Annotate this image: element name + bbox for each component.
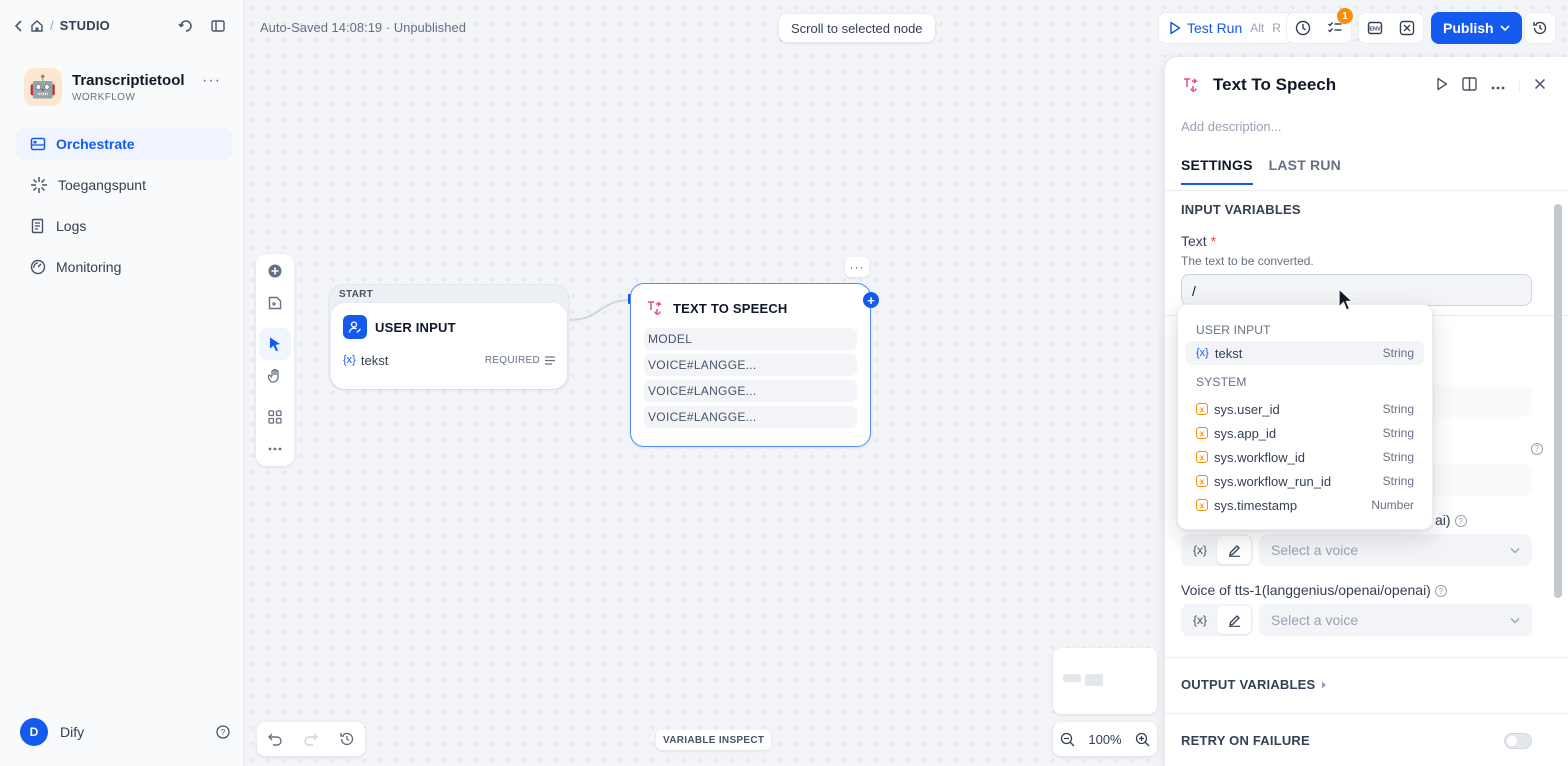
variable-mode-button[interactable]: {x}: [1183, 606, 1217, 634]
tab-settings[interactable]: SETTINGS: [1181, 157, 1253, 185]
chevron-down-icon: [1510, 547, 1520, 553]
system-variable-icon: x: [1196, 499, 1208, 511]
node-more-icon[interactable]: ···: [845, 257, 869, 277]
dropdown-item-sys-timestamp[interactable]: x sys.timestamp Number: [1186, 493, 1424, 517]
voice-field-row: {x} Select a voice: [1181, 604, 1532, 636]
description-input[interactable]: Add description...: [1181, 119, 1281, 134]
tts-field-voice: VOICE#LANGGE...: [644, 354, 857, 376]
start-node[interactable]: USER INPUT {x} tekst REQUIRED: [331, 303, 567, 389]
tab-last-run[interactable]: LAST RUN: [1269, 157, 1341, 185]
close-icon[interactable]: [1534, 78, 1546, 93]
undo-redo-bar: [257, 722, 365, 756]
section-divider: [1165, 713, 1568, 714]
variable-mode-button[interactable]: {x}: [1183, 536, 1217, 564]
panel-more-icon[interactable]: [1491, 78, 1505, 93]
start-badge: START: [339, 289, 374, 300]
panel-scrollbar[interactable]: [1554, 204, 1562, 598]
panel-tabs: SETTINGS LAST RUN: [1181, 157, 1341, 185]
zoom-in-icon[interactable]: [1135, 732, 1150, 747]
undo-icon[interactable]: [267, 732, 283, 746]
dropdown-group-user-input: USER INPUT: [1196, 323, 1271, 337]
system-variable-icon: x: [1196, 403, 1208, 415]
dropdown-item-tekst[interactable]: {x} tekst String: [1186, 341, 1424, 365]
variable-icon: {x}: [343, 354, 356, 366]
text-to-speech-icon: [648, 301, 662, 315]
variable-icon: {x}: [1196, 347, 1209, 359]
zoom-controls: 100%: [1053, 722, 1157, 756]
change-history-icon[interactable]: [339, 731, 355, 747]
redo-icon[interactable]: [303, 732, 319, 746]
zoom-out-icon[interactable]: [1060, 732, 1075, 747]
user-input-icon: [343, 315, 367, 339]
system-variable-icon: x: [1196, 451, 1208, 463]
output-variables-toggle[interactable]: OUTPUT VARIABLES: [1181, 677, 1327, 692]
voice-select[interactable]: Select a voice: [1259, 604, 1532, 636]
tabs-divider: [1165, 190, 1568, 191]
chevron-down-icon: [1510, 617, 1520, 623]
text-to-speech-icon: [1184, 78, 1198, 92]
pencil-icon: [1228, 544, 1240, 557]
constant-mode-button[interactable]: [1217, 536, 1251, 564]
text-input[interactable]: /: [1181, 274, 1532, 306]
add-next-node-button[interactable]: +: [863, 292, 879, 308]
tts-field-voice: VOICE#LANGGE...: [644, 380, 857, 402]
tts-field-voice: VOICE#LANGGE...: [644, 406, 857, 428]
system-variable-icon: x: [1196, 427, 1208, 439]
voice-field-row: {x} Select a voice: [1181, 534, 1532, 566]
constant-mode-button[interactable]: [1217, 606, 1251, 634]
system-variable-icon: x: [1196, 475, 1208, 487]
mouse-cursor-icon: [1338, 288, 1354, 311]
retry-on-failure-toggle[interactable]: [1504, 733, 1532, 749]
input-variables-heading: INPUT VARIABLES: [1181, 202, 1301, 217]
voice-field-label: Voice of tts-1(langgenius/openai/openai)…: [1181, 582, 1447, 598]
variable-inspect-button[interactable]: VARIABLE INSPECT: [656, 730, 772, 750]
text-field-help: The text to be converted.: [1181, 254, 1314, 268]
required-flag: REQUIRED: [485, 355, 555, 366]
pencil-icon: [1228, 614, 1240, 627]
tts-field-model: MODEL: [644, 328, 857, 350]
start-node-title: USER INPUT: [375, 319, 456, 335]
voice-label-tail: ai)?: [1435, 512, 1467, 528]
text-field-label: Text *: [1181, 233, 1217, 249]
variable-picker-dropdown: USER INPUT {x} tekst String SYSTEM x sys…: [1177, 304, 1433, 530]
retry-on-failure-label: RETRY ON FAILURE: [1181, 733, 1310, 748]
voice-help-icon: ?: [1527, 440, 1543, 455]
dropdown-item-sys-app-id[interactable]: x sys.app_id String: [1186, 421, 1424, 445]
tts-node-title: TEXT TO SPEECH: [673, 300, 788, 316]
start-node-wrapper: START USER INPUT {x} tekst REQUIRED: [328, 284, 570, 390]
voice-mode-toggle: {x}: [1181, 534, 1253, 566]
dropdown-item-sys-workflow-id[interactable]: x sys.workflow_id String: [1186, 445, 1424, 469]
variable-name: tekst: [360, 352, 389, 368]
dropdown-item-sys-user-id[interactable]: x sys.user_id String: [1186, 397, 1424, 421]
run-node-icon[interactable]: [1436, 77, 1448, 94]
tts-node[interactable]: TEXT TO SPEECH MODEL VOICE#LANGGE... VOI…: [630, 283, 871, 447]
voice-mode-toggle: {x}: [1181, 604, 1253, 636]
minimap[interactable]: [1053, 648, 1157, 714]
start-variable-row: {x} tekst REQUIRED: [343, 349, 555, 371]
split-view-icon[interactable]: [1462, 77, 1477, 94]
zoom-level[interactable]: 100%: [1088, 732, 1121, 747]
caret-right-icon: [1322, 681, 1327, 688]
dropdown-item-sys-workflow-run-id[interactable]: x sys.workflow_run_id String: [1186, 469, 1424, 493]
panel-title[interactable]: Text To Speech: [1213, 75, 1336, 95]
section-divider: [1165, 657, 1568, 658]
dropdown-group-system: SYSTEM: [1196, 375, 1247, 389]
actions-divider: [1519, 78, 1520, 93]
voice-select[interactable]: Select a voice: [1259, 534, 1532, 566]
text-type-icon: [545, 355, 555, 365]
